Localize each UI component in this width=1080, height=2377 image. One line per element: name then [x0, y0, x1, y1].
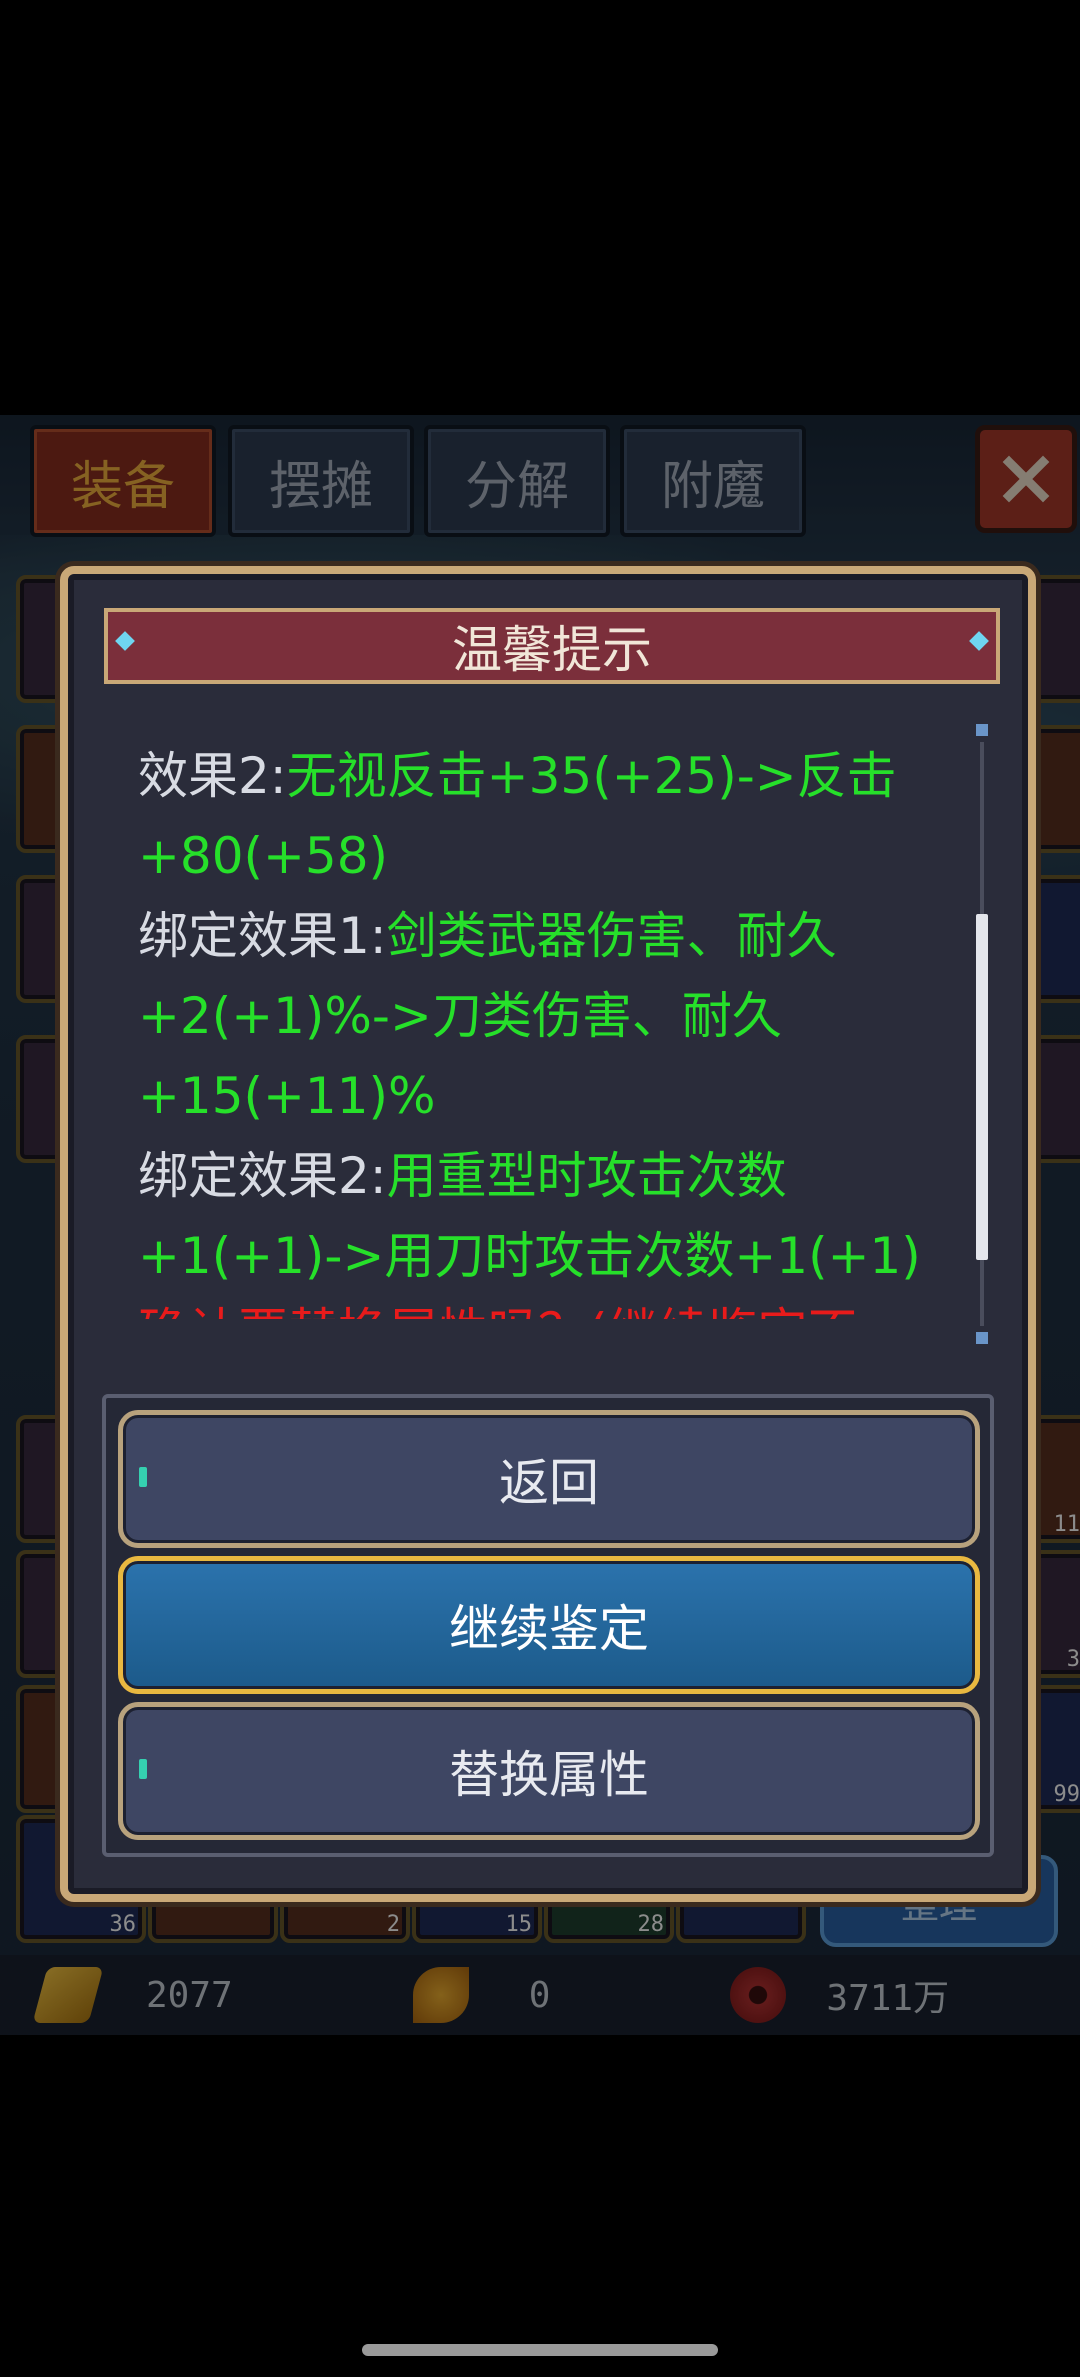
dialog-title: 温馨提示: [452, 621, 652, 679]
tip-dialog: 温馨提示 效果2:无视反击+35(+25)->反击 +80(+58) 绑定效果1…: [60, 566, 1036, 1902]
scrollbar[interactable]: [976, 724, 988, 1344]
replace-attribute-label: 替换属性: [449, 1746, 649, 1804]
button-panel: 返回 继续鉴定 替换属性: [102, 1394, 994, 1857]
message-line: +15(+11)%: [138, 1067, 436, 1125]
indicator-icon: [139, 1467, 147, 1487]
message-line: 绑定效果2:用重型时攻击次数: [138, 1136, 787, 1216]
scroll-down-icon[interactable]: [976, 1332, 988, 1344]
message-line: +80(+58): [138, 827, 389, 885]
message-line: 效果2:无视反击+35(+25)->反击: [138, 736, 897, 816]
back-button[interactable]: 返回: [118, 1410, 980, 1548]
continue-appraisal-button[interactable]: 继续鉴定: [118, 1556, 980, 1694]
indicator-icon: [139, 1759, 147, 1779]
effect-value: 无视反击+35(+25)->反击: [286, 747, 897, 805]
message-scroll-area[interactable]: 效果2:无视反击+35(+25)->反击 +80(+58) 绑定效果1:剑类武器…: [108, 694, 978, 1319]
effect-value: 剑类武器伤害、耐久: [386, 907, 837, 965]
effect-label: 绑定效果1:: [138, 907, 387, 965]
continue-appraisal-label: 继续鉴定: [449, 1600, 649, 1658]
scroll-up-icon[interactable]: [976, 724, 988, 736]
confirm-warning-line: 确认要替换属性吗？(继续鉴定不: [138, 1292, 858, 1319]
message-line: +1(+1)->用刀时攻击次数+1(+1): [138, 1227, 921, 1285]
effect-value: 用重型时攻击次数: [386, 1147, 787, 1205]
message-line: 绑定效果1:剑类武器伤害、耐久: [138, 896, 837, 976]
replace-attribute-button[interactable]: 替换属性: [118, 1702, 980, 1840]
message-line: +2(+1)%->刀类伤害、耐久: [138, 987, 782, 1045]
scroll-thumb[interactable]: [976, 914, 988, 1260]
diamond-ornament-icon: [115, 631, 135, 651]
dialog-title-bar: 温馨提示: [104, 608, 1000, 684]
diamond-ornament-icon: [969, 631, 989, 651]
back-button-label: 返回: [499, 1454, 599, 1512]
effect-label: 效果2:: [138, 747, 287, 805]
home-indicator[interactable]: [362, 2344, 718, 2356]
effect-label: 绑定效果2:: [138, 1147, 387, 1205]
